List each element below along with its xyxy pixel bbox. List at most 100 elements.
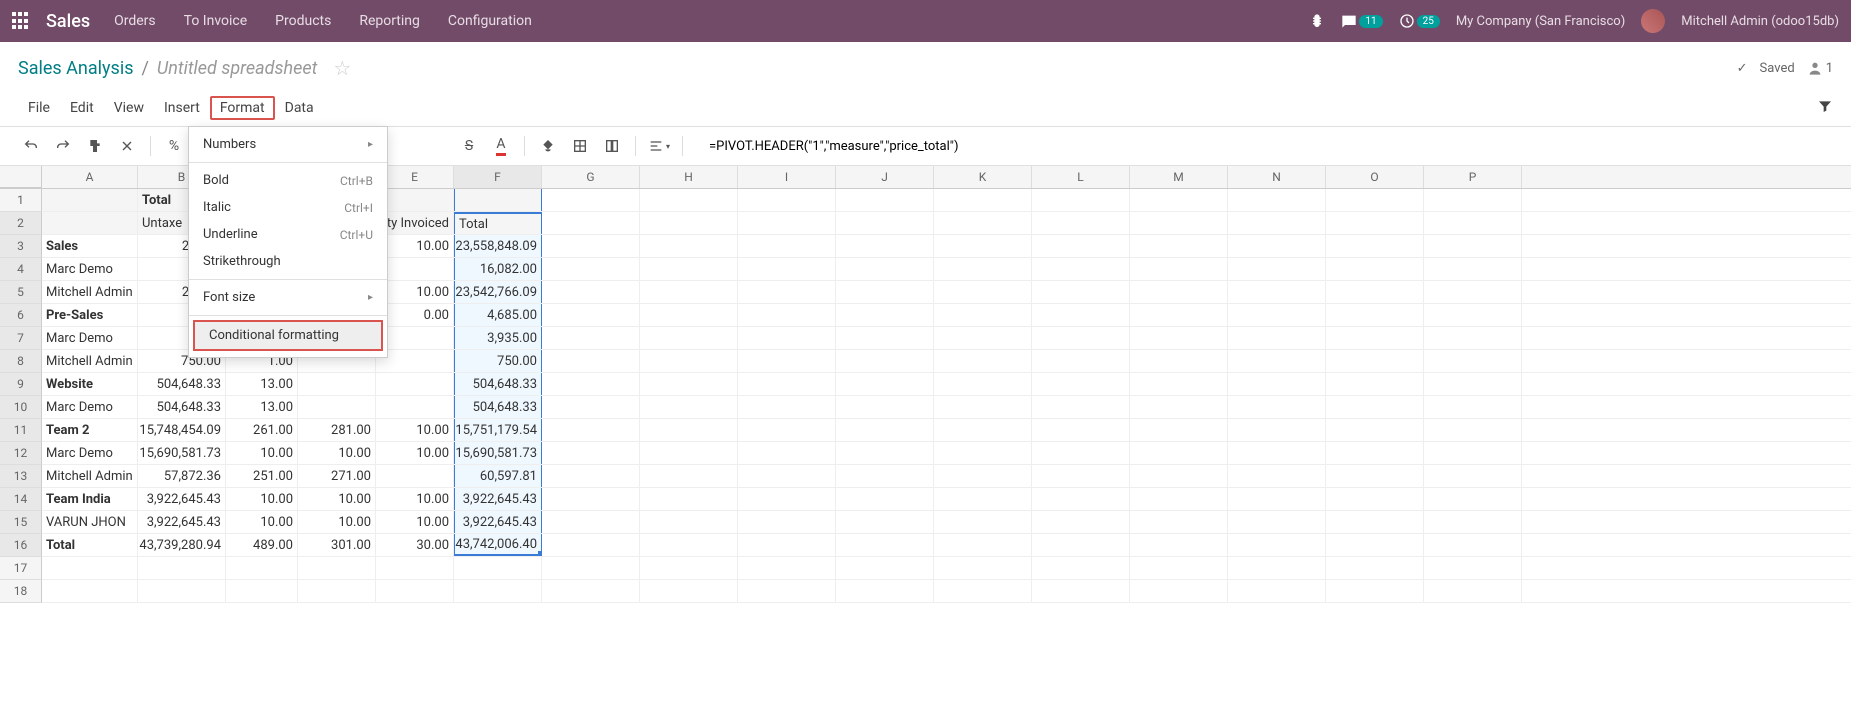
cell[interactable] [376,580,454,602]
menu-edit[interactable]: Edit [60,96,104,120]
cell[interactable] [738,212,836,234]
select-all-corner[interactable] [0,166,42,188]
cell[interactable] [454,189,542,211]
cell[interactable] [1130,304,1228,326]
cell[interactable]: 60,597.81 [454,465,542,487]
col-header-f[interactable]: F [454,166,542,188]
cell[interactable] [1032,557,1130,579]
row-header[interactable]: 1 [0,189,42,212]
cell[interactable]: 504,648.33 [454,396,542,418]
cell[interactable] [1130,557,1228,579]
cell[interactable] [1424,511,1522,533]
cell[interactable] [738,442,836,464]
cell[interactable]: 504,648.33 [454,373,542,395]
cell[interactable] [1424,212,1522,234]
cell[interactable] [1032,534,1130,556]
percent-button[interactable]: % [161,133,187,159]
cell[interactable] [542,212,640,234]
cell[interactable] [542,557,640,579]
cell[interactable] [1326,534,1424,556]
user-count[interactable]: 1 [1807,60,1833,76]
cell[interactable]: 3,922,645.43 [138,488,226,510]
row-header[interactable]: 2 [0,212,42,235]
cell[interactable] [1326,235,1424,257]
cell[interactable] [738,304,836,326]
cell[interactable] [934,534,1032,556]
text-color-button[interactable]: A [488,133,514,159]
cell[interactable] [1032,212,1130,234]
dd-italic[interactable]: Italic Ctrl+I [189,194,387,221]
cell[interactable] [1228,304,1326,326]
cell[interactable] [934,557,1032,579]
cell[interactable] [1424,327,1522,349]
cell[interactable] [298,396,376,418]
cell[interactable] [1032,465,1130,487]
cell[interactable]: 261.00 [226,419,298,441]
cell[interactable] [738,258,836,280]
cell[interactable] [934,419,1032,441]
cell[interactable]: 13.00 [226,373,298,395]
align-button[interactable]: ▾ [646,133,672,159]
col-header-o[interactable]: O [1326,166,1424,188]
cell[interactable] [1228,557,1326,579]
cell[interactable] [640,488,738,510]
cell[interactable] [640,350,738,372]
cell[interactable]: 43,742,006.40 [454,534,542,556]
cell[interactable] [542,350,640,372]
cell[interactable]: 3,922,645.43 [454,488,542,510]
cell[interactable] [1424,442,1522,464]
cell[interactable] [738,511,836,533]
row-header[interactable]: 15 [0,511,42,534]
activity-icon[interactable]: 25 [1399,13,1440,29]
cell[interactable] [738,419,836,441]
cell[interactable] [1228,327,1326,349]
cell[interactable] [1032,419,1130,441]
cell[interactable] [836,304,934,326]
menu-insert[interactable]: Insert [154,96,210,120]
cell[interactable] [1326,373,1424,395]
cell[interactable] [934,281,1032,303]
cell[interactable]: 10.00 [376,419,454,441]
cell[interactable] [1424,258,1522,280]
cell[interactable] [738,396,836,418]
cell[interactable]: Marc Demo [42,327,138,349]
cell[interactable] [836,281,934,303]
cell[interactable] [738,580,836,602]
user-menu[interactable]: Mitchell Admin (odoo15db) [1681,14,1839,29]
cell[interactable] [1130,350,1228,372]
cell[interactable] [934,442,1032,464]
cell[interactable] [1424,557,1522,579]
cell[interactable]: 3,935.00 [454,327,542,349]
cell[interactable]: 281.00 [298,419,376,441]
dd-fontsize[interactable]: Font size ▸ [189,284,387,311]
filter-icon[interactable] [1817,98,1833,118]
cell[interactable] [1130,488,1228,510]
cell[interactable] [640,557,738,579]
cell[interactable] [1228,396,1326,418]
cell[interactable] [934,580,1032,602]
cell[interactable] [836,212,934,234]
cell[interactable]: Total [42,534,138,556]
dd-conditional-formatting[interactable]: Conditional formatting [193,320,383,351]
cell[interactable] [542,396,640,418]
paint-format-button[interactable] [82,133,108,159]
cell[interactable] [738,350,836,372]
cell[interactable] [1228,534,1326,556]
cell[interactable] [836,327,934,349]
cell[interactable] [42,580,138,602]
cell[interactable] [1032,258,1130,280]
cell[interactable]: Marc Demo [42,396,138,418]
cell[interactable] [1032,304,1130,326]
cell[interactable] [542,580,640,602]
cell[interactable] [1228,580,1326,602]
cell[interactable] [1424,373,1522,395]
row-header[interactable]: 14 [0,488,42,511]
cell[interactable] [1032,442,1130,464]
cell[interactable] [1326,258,1424,280]
cell[interactable] [836,419,934,441]
cell[interactable] [738,281,836,303]
cell[interactable] [1424,304,1522,326]
cell[interactable] [836,350,934,372]
strikethrough-button[interactable]: S [456,133,482,159]
cell[interactable] [738,465,836,487]
